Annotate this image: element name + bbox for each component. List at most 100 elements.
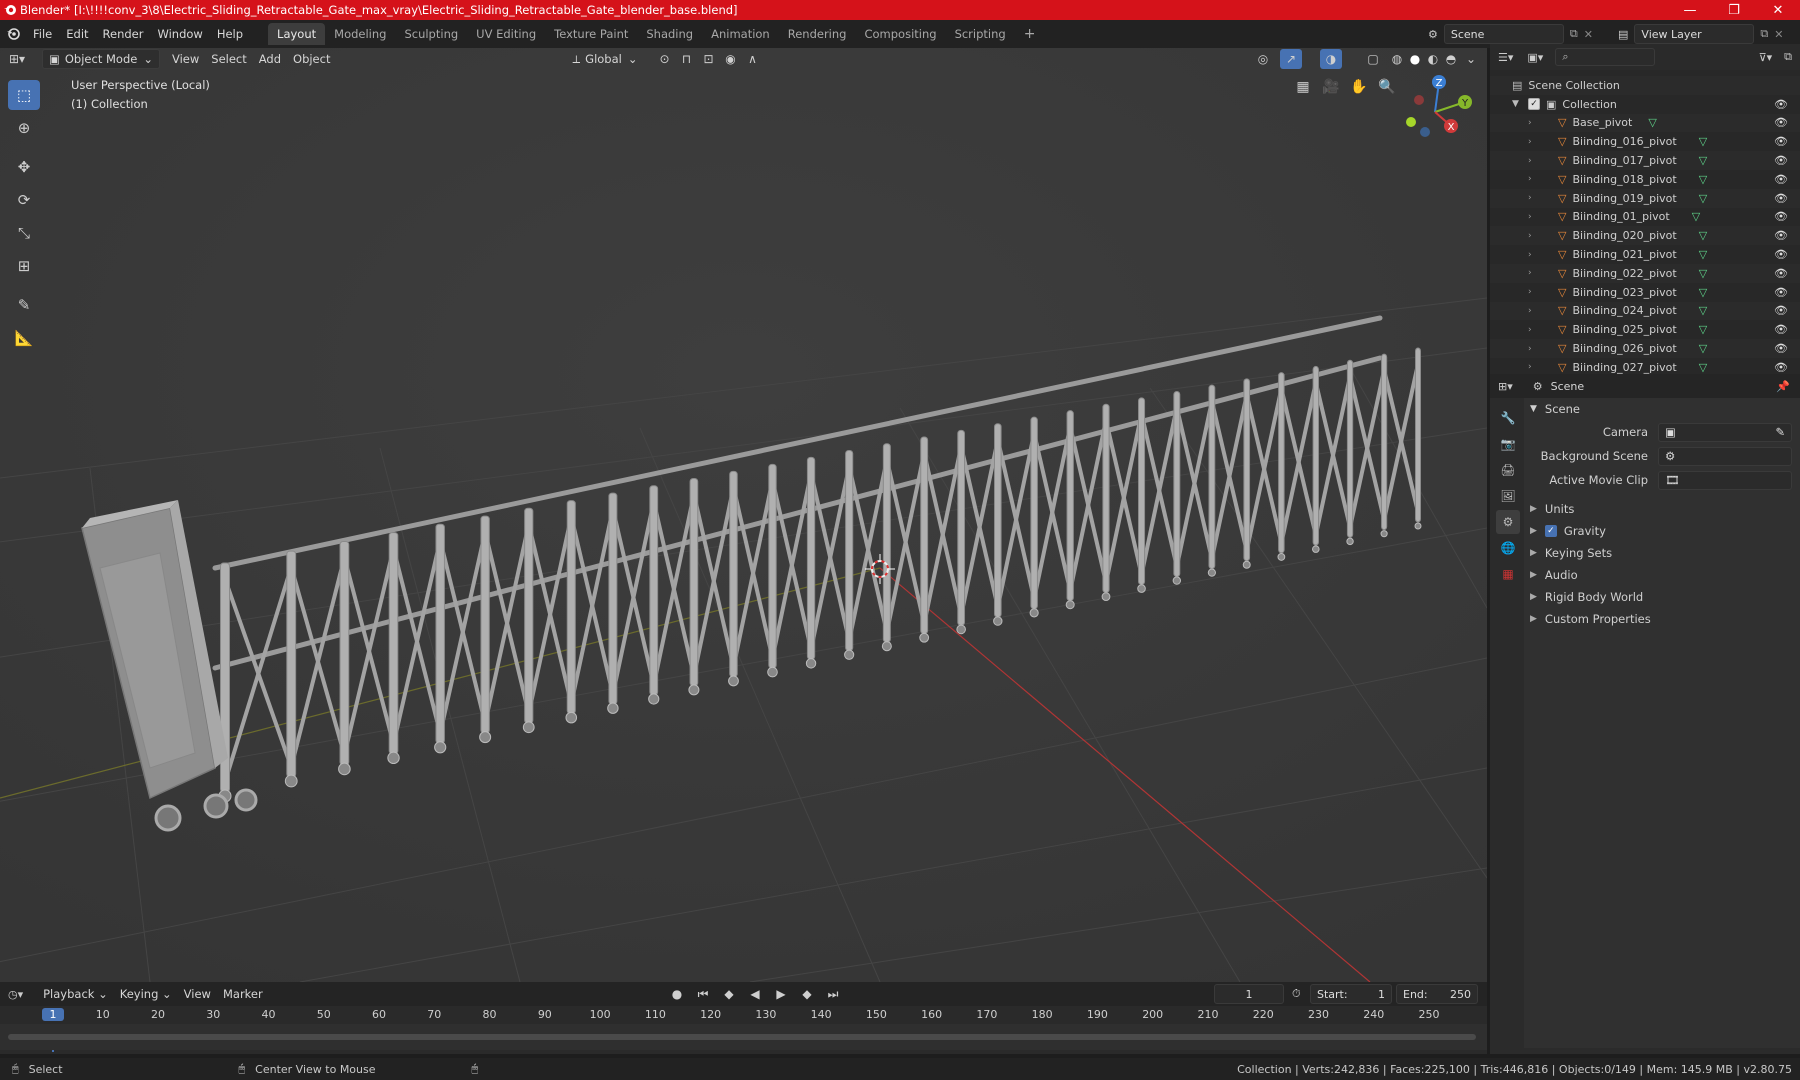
mesh-data-icon[interactable]: ▽: [1699, 229, 1707, 242]
tab-shading[interactable]: Shading: [637, 23, 702, 45]
view-layer-tab-icon[interactable]: 🖼: [1496, 484, 1520, 508]
viewport-menu-object[interactable]: Object: [287, 49, 336, 69]
camera-field[interactable]: ▣ ✎: [1658, 422, 1792, 442]
pin-icon[interactable]: 📌: [1776, 380, 1790, 393]
falloff-icon[interactable]: ∧: [741, 49, 763, 69]
outliner-object-row[interactable]: › ▽ Biinding_023_pivot ▽ 👁: [1490, 283, 1800, 302]
eye-icon[interactable]: 👁: [1774, 248, 1788, 261]
blender-menu-icon[interactable]: [0, 27, 26, 41]
outliner-object-row[interactable]: › ▽ Biinding_019_pivot ▽ 👁: [1490, 188, 1800, 208]
new-view-layer-icon[interactable]: ⧉: [1760, 27, 1768, 41]
object-mode-dropdown[interactable]: ▣ Object Mode ⌄: [42, 49, 160, 69]
tab-animation[interactable]: Animation: [702, 23, 779, 45]
properties-subpanel-header[interactable]: ▶ Audio: [1524, 564, 1800, 586]
display-mode-icon[interactable]: ▣▾: [1527, 51, 1543, 64]
jump-start-icon[interactable]: ⏮: [692, 984, 714, 1004]
outliner-object-row[interactable]: › ▽ Biinding_018_pivot ▽ 👁: [1490, 170, 1800, 189]
expand-arrow-icon[interactable]: ›: [1490, 156, 1532, 166]
eye-icon[interactable]: 👁: [1774, 116, 1788, 129]
eye-icon[interactable]: 👁: [1774, 267, 1788, 280]
mesh-data-icon[interactable]: ▽: [1648, 116, 1656, 129]
outliner-object-row[interactable]: › ▽ Biinding_025_pivot ▽ 👁: [1490, 320, 1800, 339]
world-tab-icon[interactable]: 🌐: [1496, 536, 1520, 560]
menu-help[interactable]: Help: [210, 23, 250, 45]
outliner-object-row[interactable]: › ▽ Biinding_020_pivot ▽ 👁: [1490, 226, 1800, 246]
3d-viewport[interactable]: ⊞▾ ▣ Object Mode ⌄ View Select Add Objec…: [0, 48, 1487, 982]
pivot-icon[interactable]: ⊙: [653, 49, 675, 69]
expand-arrow-icon[interactable]: ›: [1490, 268, 1532, 278]
snap-target-icon[interactable]: ⊡: [697, 49, 719, 69]
view-layer-selector[interactable]: ▤ View Layer ⧉ ✕: [1618, 24, 1783, 44]
mesh-data-icon[interactable]: ▽: [1699, 342, 1707, 355]
xray-icon[interactable]: ▢: [1362, 49, 1384, 69]
shading-options-icon[interactable]: ⌄: [1460, 49, 1482, 69]
eye-icon[interactable]: 👁: [1774, 98, 1788, 111]
mesh-data-icon[interactable]: ▽: [1699, 286, 1707, 299]
expand-arrow-icon[interactable]: ›: [1490, 344, 1532, 354]
expand-arrow-icon[interactable]: ›: [1490, 118, 1532, 128]
mesh-data-icon[interactable]: ▽: [1699, 192, 1707, 205]
mesh-data-icon[interactable]: ▽: [1699, 173, 1707, 186]
properties-editor-icon[interactable]: ⊞▾: [1498, 380, 1513, 393]
outliner-object-row[interactable]: › ▽ Biinding_016_pivot ▽ 👁: [1490, 132, 1800, 151]
overlay-toggle-icon[interactable]: ◑: [1320, 49, 1342, 69]
outliner-object-row[interactable]: › ▽ Biinding_026_pivot ▽ 👁: [1490, 339, 1800, 358]
tab-uv-editing[interactable]: UV Editing: [467, 23, 545, 45]
add-workspace-button[interactable]: +: [1015, 23, 1045, 45]
record-icon[interactable]: ●: [666, 984, 688, 1004]
scale-tool-icon[interactable]: ⤡: [8, 218, 40, 248]
proportional-edit-icon[interactable]: ◉: [719, 49, 741, 69]
mesh-data-icon[interactable]: ▽: [1699, 154, 1707, 167]
properties-subpanel-header[interactable]: ▶ Keying Sets: [1524, 542, 1800, 564]
eye-icon[interactable]: 👁: [1774, 229, 1788, 242]
menu-edit[interactable]: Edit: [59, 23, 95, 45]
rendered-shading-icon[interactable]: ◓: [1440, 49, 1462, 69]
properties-subpanel-header[interactable]: ▶ Custom Properties: [1524, 608, 1800, 630]
marker-menu[interactable]: Marker: [217, 984, 269, 1004]
expand-arrow-icon[interactable]: ›: [1490, 231, 1532, 241]
editor-type-icon[interactable]: ⊞▾: [6, 49, 28, 69]
expand-arrow-icon[interactable]: ›: [1490, 174, 1532, 184]
cursor-tool-icon[interactable]: ⊕: [8, 113, 40, 143]
eye-icon[interactable]: 👁: [1774, 154, 1788, 167]
properties-subpanel-header[interactable]: ▶ Rigid Body World: [1524, 586, 1800, 608]
scene-selector[interactable]: ⚙ Scene ⧉ ✕: [1428, 24, 1593, 44]
viewport-menu-add[interactable]: Add: [253, 49, 287, 69]
eye-icon[interactable]: 👁: [1774, 342, 1788, 355]
tab-scripting[interactable]: Scripting: [946, 23, 1015, 45]
transform-tool-icon[interactable]: ⊞: [8, 251, 40, 281]
rotate-tool-icon[interactable]: ⟳: [8, 185, 40, 215]
tab-rendering[interactable]: Rendering: [779, 23, 856, 45]
eyedropper-icon[interactable]: ✎: [1775, 425, 1785, 439]
eye-icon[interactable]: 👁: [1774, 323, 1788, 336]
expand-arrow-icon[interactable]: ›: [1490, 212, 1532, 222]
select-box-tool-icon[interactable]: ⬚: [8, 80, 40, 110]
mesh-data-icon[interactable]: ▽: [1699, 248, 1707, 261]
mesh-data-icon[interactable]: ▽: [1692, 210, 1700, 223]
snap-icon[interactable]: ⊓: [675, 49, 697, 69]
collection-row[interactable]: ▼ ✓ ▣ Collection 👁: [1490, 95, 1800, 114]
tab-texture-paint[interactable]: Texture Paint: [545, 23, 637, 45]
tab-sculpting[interactable]: Sculpting: [395, 23, 467, 45]
camera-view-icon[interactable]: 🎥: [1318, 74, 1344, 100]
expand-arrow-icon[interactable]: ›: [1490, 250, 1532, 260]
move-tool-icon[interactable]: ✥: [8, 152, 40, 182]
play-reverse-icon[interactable]: ◀: [744, 984, 766, 1004]
clock-icon[interactable]: ⏱: [1292, 987, 1301, 1001]
timeline-scrollbar[interactable]: [8, 1034, 1476, 1040]
eye-icon[interactable]: 👁: [1774, 210, 1788, 223]
properties-subpanel-header[interactable]: ▶ Units: [1524, 498, 1800, 520]
tab-compositing[interactable]: Compositing: [855, 23, 945, 45]
output-tab-icon[interactable]: 🖨: [1496, 458, 1520, 482]
new-scene-icon[interactable]: ⧉: [1570, 27, 1578, 41]
delete-scene-icon[interactable]: ✕: [1584, 28, 1593, 41]
properties-subpanel-header[interactable]: ▶ ✓ Gravity: [1524, 520, 1800, 542]
restore-button[interactable]: ❐: [1712, 0, 1756, 20]
texture-tab-icon[interactable]: ▦: [1496, 562, 1520, 586]
eye-icon[interactable]: 👁: [1774, 304, 1788, 317]
outliner-object-row[interactable]: › ▽ Biinding_024_pivot ▽ 👁: [1490, 301, 1800, 321]
expand-arrow-icon[interactable]: ▼: [1490, 99, 1519, 109]
delete-view-layer-icon[interactable]: ✕: [1774, 28, 1783, 41]
expand-arrow-icon[interactable]: ›: [1490, 325, 1532, 335]
scene-panel-header[interactable]: ▼ Scene: [1524, 398, 1800, 420]
